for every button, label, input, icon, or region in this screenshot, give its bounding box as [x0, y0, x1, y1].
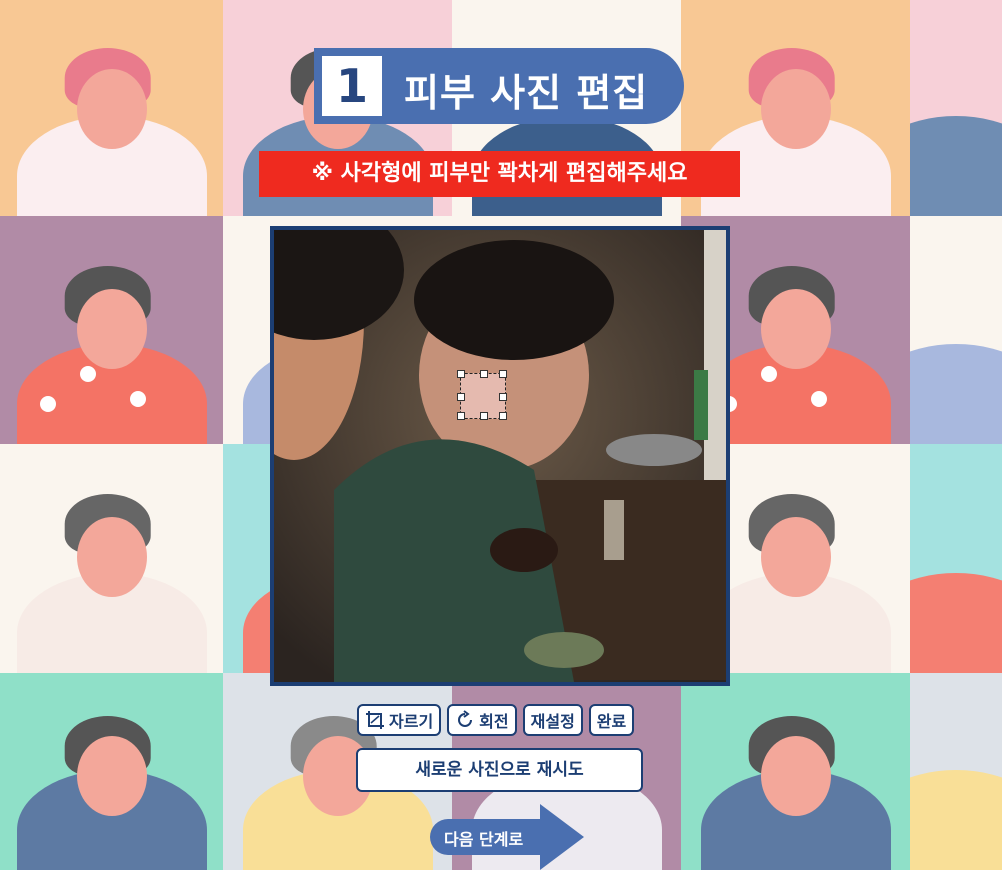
photo-editor-canvas[interactable] — [270, 226, 730, 686]
rotate-button-label: 회전 — [479, 712, 509, 731]
next-step-button[interactable]: 다음 단계로 — [430, 804, 584, 870]
rotate-icon — [455, 710, 475, 730]
crop-button-label: 자르기 — [389, 712, 434, 731]
crop-handle[interactable] — [499, 370, 507, 378]
bg-tile — [910, 444, 1002, 673]
bg-tile — [0, 444, 223, 673]
reset-button-label: 재설정 — [530, 712, 575, 731]
reset-button[interactable]: 재설정 — [522, 704, 583, 736]
crop-handle[interactable] — [457, 412, 465, 420]
crop-handle[interactable] — [480, 412, 488, 420]
crop-handle[interactable] — [457, 370, 465, 378]
crop-button[interactable]: 자르기 — [357, 704, 442, 736]
bg-tile — [0, 0, 223, 216]
uploaded-photo — [274, 230, 726, 682]
page-title: 피부 사진 편집 — [404, 71, 649, 115]
crop-icon — [365, 710, 385, 730]
editor-toolbar: 자르기 회전 재설정 완료 — [357, 704, 635, 736]
page-title-banner: 1 피부 사진 편집 — [314, 48, 684, 124]
next-step-label: 다음 단계로 — [444, 830, 524, 849]
bg-tile — [0, 216, 223, 444]
crop-selection-box[interactable] — [457, 370, 507, 420]
crop-handle[interactable] — [480, 370, 488, 378]
bg-tile — [0, 673, 223, 870]
bg-tile — [910, 0, 1002, 216]
bg-tile — [910, 673, 1002, 870]
done-button-label: 완료 — [596, 712, 627, 731]
crop-handle[interactable] — [499, 393, 507, 401]
bg-tile — [910, 216, 1002, 444]
bg-tile — [681, 673, 910, 870]
step-number: 1 — [322, 56, 382, 116]
crop-handle[interactable] — [499, 412, 507, 420]
retry-new-photo-button[interactable]: 새로운 사진으로 재시도 — [356, 748, 643, 792]
rotate-button[interactable]: 회전 — [447, 704, 517, 736]
crop-handle[interactable] — [457, 393, 465, 401]
instruction-notice: ※ 사각형에 피부만 꽉차게 편집해주세요 — [259, 151, 740, 197]
done-button[interactable]: 완료 — [588, 704, 635, 736]
